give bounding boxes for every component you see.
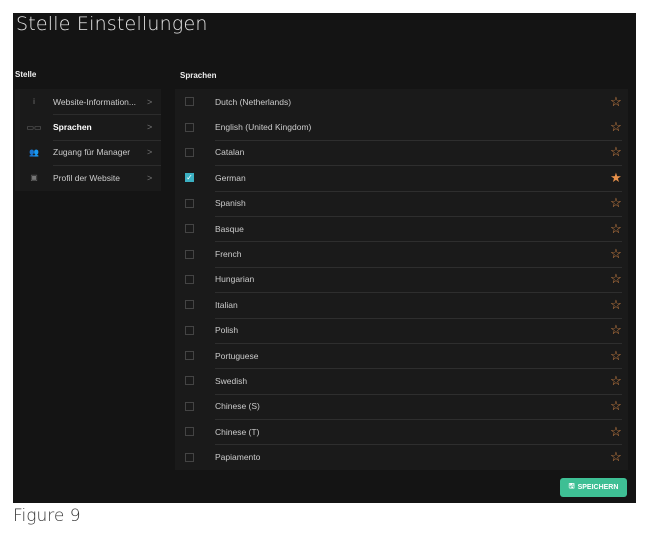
language-icon: ▭▭ bbox=[26, 122, 42, 132]
language-row: French ☆ bbox=[175, 241, 628, 266]
language-name: Hungarian bbox=[215, 274, 255, 285]
sidebar-item-label: Sprachen bbox=[53, 122, 92, 133]
language-row: English (United Kingdom) ☆ bbox=[175, 114, 628, 139]
language-row: Spanish ☆ bbox=[175, 190, 628, 216]
language-row: Polish ☆ bbox=[175, 317, 628, 343]
language-checkbox[interactable] bbox=[185, 224, 194, 234]
language-checkbox[interactable] bbox=[185, 427, 194, 437]
language-checkbox[interactable] bbox=[185, 274, 194, 284]
language-name: Portuguese bbox=[215, 350, 259, 361]
language-name: English (United Kingdom) bbox=[215, 122, 312, 133]
chevron-right-icon: > bbox=[147, 172, 153, 183]
language-name: Basque bbox=[215, 223, 244, 234]
star-outline-icon[interactable]: ☆ bbox=[604, 195, 628, 211]
language-row: Catalan ☆ bbox=[175, 139, 628, 165]
language-row: Basque ☆ bbox=[175, 215, 628, 241]
language-row: ✓ German ★ bbox=[175, 165, 628, 190]
language-name: Dutch (Netherlands) bbox=[215, 96, 292, 107]
language-name: Chinese (S) bbox=[215, 401, 260, 412]
language-row: Italian ☆ bbox=[175, 292, 628, 317]
star-outline-icon[interactable]: ☆ bbox=[604, 398, 628, 414]
save-button[interactable]: 🖫 SPEICHERN bbox=[560, 478, 627, 497]
sidebar: i Website-Information... > ▭▭ Sprachen > 👥 Zuga… bbox=[15, 89, 161, 191]
star-outline-icon[interactable]: ☆ bbox=[604, 271, 628, 287]
language-checkbox[interactable] bbox=[185, 147, 194, 157]
star-outline-icon[interactable]: ☆ bbox=[604, 322, 628, 338]
star-outline-icon[interactable]: ☆ bbox=[604, 449, 628, 465]
star-outline-icon[interactable]: ☆ bbox=[604, 246, 628, 262]
language-checkbox[interactable] bbox=[185, 376, 194, 386]
language-name: Polish bbox=[215, 325, 239, 336]
language-checkbox[interactable] bbox=[185, 452, 194, 462]
star-outline-icon[interactable]: ☆ bbox=[604, 221, 628, 237]
language-checkbox[interactable] bbox=[185, 401, 194, 411]
star-filled-icon[interactable]: ★ bbox=[604, 170, 628, 186]
language-checkbox[interactable] bbox=[185, 325, 194, 335]
language-name: Swedish bbox=[215, 375, 248, 386]
language-checkbox[interactable] bbox=[185, 122, 194, 132]
language-name: French bbox=[215, 249, 242, 260]
language-checkbox[interactable] bbox=[185, 300, 194, 310]
language-row: Swedish ☆ bbox=[175, 368, 628, 393]
save-label: SPEICHERN bbox=[577, 484, 619, 491]
language-row: Papiamento ☆ bbox=[175, 444, 628, 469]
language-row: Hungarian ☆ bbox=[175, 266, 628, 292]
sidebar-item-label: Profil der Website bbox=[53, 172, 120, 183]
sidebar-item-label: Website-Information... bbox=[53, 96, 136, 107]
star-outline-icon[interactable]: ☆ bbox=[604, 94, 628, 110]
sidebar-item-label: Zugang für Manager bbox=[53, 147, 131, 158]
language-checkbox[interactable] bbox=[185, 198, 194, 208]
language-name: Chinese (T) bbox=[215, 426, 260, 437]
language-name: Papiamento bbox=[215, 452, 261, 463]
star-outline-icon[interactable]: ☆ bbox=[604, 119, 628, 135]
sidebar-item-website-information[interactable]: i Website-Information... > bbox=[15, 89, 161, 114]
profile-icon: ▣ bbox=[30, 173, 38, 183]
language-name: German bbox=[215, 172, 246, 183]
language-name: Italian bbox=[215, 299, 238, 310]
sidebar-item-sprachen[interactable]: ▭▭ Sprachen > bbox=[15, 114, 161, 139]
figure-caption: Figure 9 bbox=[13, 506, 81, 526]
language-row: Portuguese ☆ bbox=[175, 342, 628, 368]
sidebar-item-profil-der-website[interactable]: ▣ Profil der Website > bbox=[15, 165, 161, 190]
star-outline-icon[interactable]: ☆ bbox=[604, 348, 628, 364]
language-checkbox[interactable] bbox=[185, 97, 194, 107]
users-icon: 👥 bbox=[29, 147, 39, 157]
language-checkbox[interactable] bbox=[185, 249, 194, 259]
star-outline-icon[interactable]: ☆ bbox=[604, 424, 628, 440]
star-outline-icon[interactable]: ☆ bbox=[604, 373, 628, 389]
info-icon: i bbox=[33, 97, 35, 107]
chevron-right-icon: > bbox=[147, 96, 153, 107]
language-row: Chinese (T) ☆ bbox=[175, 419, 628, 444]
language-row: Dutch (Netherlands) ☆ bbox=[175, 89, 628, 114]
language-checkbox[interactable]: ✓ bbox=[185, 173, 194, 183]
language-name: Catalan bbox=[215, 147, 245, 158]
language-name: Spanish bbox=[215, 198, 246, 209]
language-row: Chinese (S) ☆ bbox=[175, 393, 628, 419]
settings-panel: Stelle Einstellungen Stelle Sprachen i We… bbox=[13, 13, 636, 503]
save-icon: 🖫 bbox=[568, 483, 575, 490]
sidebar-item-zugang-f-r-manager[interactable]: 👥 Zugang für Manager > bbox=[15, 139, 161, 165]
sidebar-heading: Stelle bbox=[15, 70, 37, 79]
chevron-right-icon: > bbox=[147, 122, 153, 133]
page-title: Stelle Einstellungen bbox=[16, 13, 208, 35]
chevron-right-icon: > bbox=[147, 147, 153, 158]
language-checkbox[interactable] bbox=[185, 351, 194, 361]
language-list: Dutch (Netherlands) ☆ English (United King… bbox=[175, 89, 628, 470]
languages-heading: Sprachen bbox=[180, 71, 217, 80]
star-outline-icon[interactable]: ☆ bbox=[604, 297, 628, 313]
star-outline-icon[interactable]: ☆ bbox=[604, 144, 628, 160]
